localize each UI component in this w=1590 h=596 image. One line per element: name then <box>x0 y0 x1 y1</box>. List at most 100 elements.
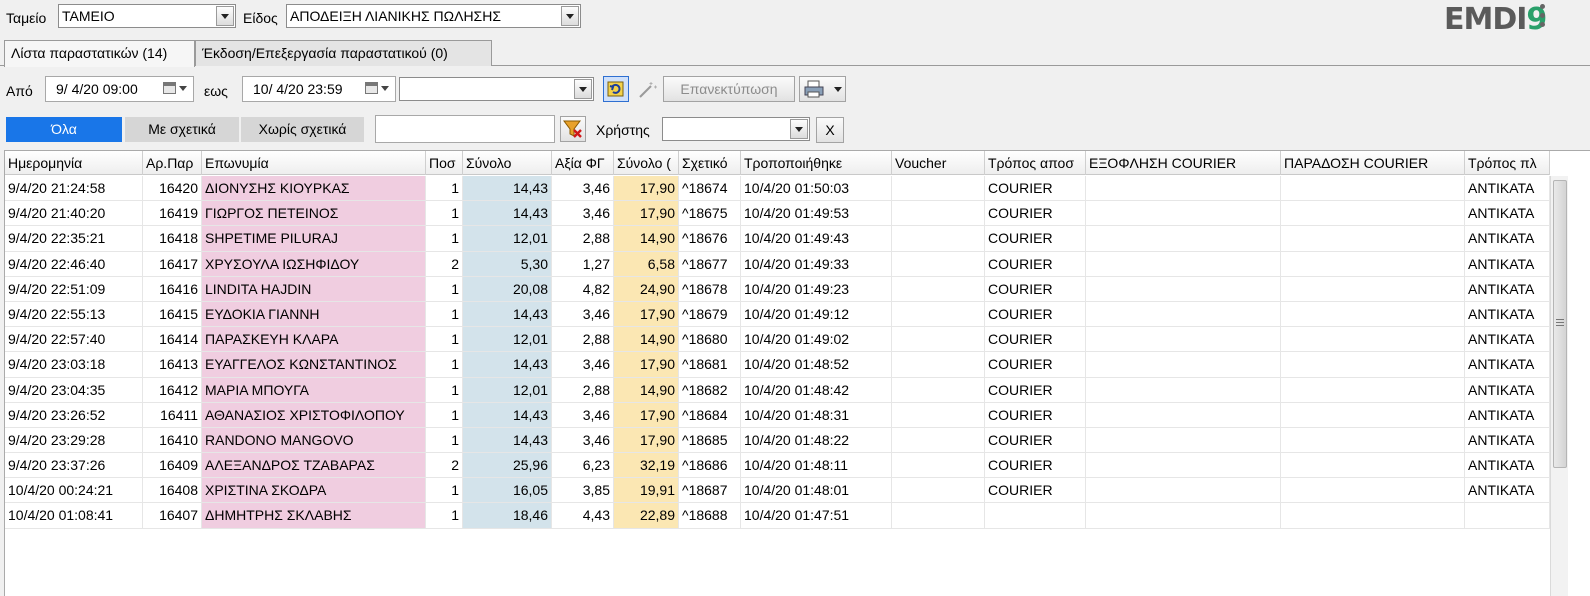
refresh-button[interactable] <box>603 76 629 102</box>
vertical-scrollbar[interactable] <box>1550 176 1568 596</box>
cell-courier-delivery <box>1281 478 1465 504</box>
cell-date: 9/4/20 21:24:58 <box>5 176 143 202</box>
chevron-down-icon[interactable] <box>561 6 579 26</box>
cell-name: ΠΑΡΑΣΚΕΥΗ ΚΛΑΡΑ <box>202 327 426 353</box>
grip-icon <box>1556 319 1564 328</box>
column-header-payment-method[interactable]: Τρόπος πλ <box>1465 151 1550 175</box>
table-row[interactable]: 9/4/20 22:46:40 16417 ΧΡΥΣΟΥΛΑ ΙΩΣΗΦΙΔΟΥ 2 5… <box>5 251 1550 277</box>
column-header-total[interactable]: Σύνολο ( <box>614 151 679 175</box>
cell-subtotal: 18,46 <box>463 503 552 529</box>
cell-total: 17,90 <box>614 427 679 454</box>
calendar-icon[interactable] <box>365 81 391 97</box>
to-date-field[interactable]: 10/ 4/20 23:59 <box>242 76 396 102</box>
column-header-name[interactable]: Επωνυμία <box>202 151 426 175</box>
cell-total: 6,58 <box>614 251 679 277</box>
column-header-date[interactable]: Ημερομηνία <box>5 151 143 175</box>
table-row[interactable]: 9/4/20 23:03:18 16413 ΕΥΑΓΓΕΛΟΣ ΚΩΝΣΤΑΝΤΙΝ… <box>5 352 1550 378</box>
filter-without-related[interactable]: Χωρίς σχετικά <box>241 117 364 142</box>
cell-shipping-method: COURIER <box>985 478 1086 504</box>
cell-total: 32,19 <box>614 453 679 479</box>
cell-vat: 2,88 <box>552 226 614 252</box>
cell-subtotal: 14,43 <box>463 301 552 328</box>
tab-document-list[interactable]: Λίστα παραστατικών (14) <box>4 40 195 67</box>
table-row[interactable]: 9/4/20 22:35:21 16418 SHPETIME PILURAJ 1 12,… <box>5 226 1550 252</box>
column-header-related[interactable]: Σχετικό <box>679 151 741 175</box>
to-label: εως <box>204 83 228 99</box>
cell-modified: 10/4/20 01:49:43 <box>741 226 892 252</box>
column-header-vat[interactable]: Αξία ΦΓ <box>552 151 614 175</box>
column-header-courier-payment[interactable]: ΕΞΟΦΛΗΣΗ COURIER <box>1086 151 1281 175</box>
clear-filter-button[interactable] <box>560 116 586 142</box>
table-row[interactable]: 9/4/20 23:37:26 16409 ΑΛΕΞΑΝΔΡΟΣ ΤΖΑΒΑΡΑΣ 2… <box>5 453 1550 479</box>
column-header-subtotal[interactable]: Σύνολο <box>463 151 552 175</box>
column-header-voucher[interactable]: Voucher <box>892 151 985 175</box>
user-label: Χρήστης <box>596 122 650 138</box>
cell-shipping-method: COURIER <box>985 176 1086 202</box>
column-header-modified[interactable]: Τροποποιήθηκε <box>741 151 892 175</box>
filter-all[interactable]: Όλα <box>6 117 122 142</box>
table-row[interactable]: 10/4/20 00:24:21 16408 ΧΡΙΣΤΙΝΑ ΣΚΟΔΡΑ 1 16,… <box>5 478 1550 504</box>
cell-doc-no: 16413 <box>143 352 202 378</box>
table-row[interactable]: 9/4/20 21:24:58 16420 ΔΙΟΝΥΣΗΣ ΚΙΟΥΡΚΑΣ 1 14… <box>5 176 1550 202</box>
cell-courier-delivery <box>1281 352 1465 378</box>
search-input[interactable] <box>375 115 555 143</box>
print-button[interactable] <box>799 76 846 102</box>
magic-wand-icon[interactable] <box>636 80 658 100</box>
chevron-down-icon[interactable] <box>834 87 842 92</box>
tab-document-edit[interactable]: Έκδοση/Επεξεργασία παραστατικού (0) <box>195 40 492 66</box>
reprint-button[interactable]: Επανεκτύπωση <box>663 76 795 102</box>
kind-select[interactable]: ΑΠΟΔΕΙΞΗ ΛΙΑΝΙΚΗΣ ΠΩΛΗΣΗΣ <box>286 4 581 28</box>
cell-name: ΧΡΥΣΟΥΛΑ ΙΩΣΗΦΙΔΟΥ <box>202 251 426 277</box>
cell-payment-method: ΑΝΤΙΚΑΤΑ <box>1465 226 1550 252</box>
from-date-field[interactable]: 9/ 4/20 09:00 <box>45 76 194 102</box>
cell-subtotal: 12,01 <box>463 327 552 353</box>
cell-total: 24,90 <box>614 276 679 302</box>
tab-document-list-label: Λίστα παραστατικών (14) <box>11 45 168 61</box>
period-select[interactable] <box>399 77 594 101</box>
more-menu-icon[interactable] <box>1540 4 1546 30</box>
cell-doc-no: 16417 <box>143 251 202 277</box>
table-row[interactable]: 9/4/20 23:26:52 16411 ΑΘΑΝΑΣΙΟΣ ΧΡΙΣΤΟΦΙΛΟ… <box>5 402 1550 428</box>
cell-doc-no: 16410 <box>143 427 202 454</box>
table-row[interactable]: 9/4/20 23:04:35 16412 ΜΑΡΙΑ ΜΠΟΥΓΑ 1 12,01 2,… <box>5 377 1550 403</box>
filter-with-related[interactable]: Με σχετικά <box>125 117 239 142</box>
chevron-down-icon[interactable] <box>574 79 592 99</box>
cell-courier-payment <box>1086 226 1281 252</box>
column-header-shipping-method[interactable]: Τρόπος αποσ <box>985 151 1086 175</box>
scrollbar-thumb[interactable] <box>1553 180 1567 468</box>
cell-voucher <box>892 327 985 353</box>
cell-total: 22,89 <box>614 503 679 529</box>
cell-vat: 4,82 <box>552 276 614 302</box>
table-row[interactable]: 9/4/20 22:57:40 16414 ΠΑΡΑΣΚΕΥΗ ΚΛΑΡΑ 1 12,0… <box>5 327 1550 353</box>
chevron-down-icon[interactable] <box>790 119 808 139</box>
cell-doc-no: 16409 <box>143 453 202 479</box>
chevron-down-icon[interactable] <box>216 6 234 26</box>
user-select[interactable] <box>662 117 810 141</box>
cell-qty: 1 <box>426 478 463 504</box>
cell-vat: 3,46 <box>552 201 614 227</box>
cell-name: ΕΥΑΓΓΕΛΟΣ ΚΩΝΣΤΑΝΤΙΝΟΣ <box>202 352 426 378</box>
from-label: Από <box>6 83 33 99</box>
cell-doc-no: 16412 <box>143 377 202 403</box>
cell-shipping-method: COURIER <box>985 276 1086 302</box>
column-header-qty[interactable]: Ποσ <box>426 151 463 175</box>
table-row[interactable]: 10/4/20 01:08:41 16407 ΔΗΜΗΤΡΗΣ ΣΚΛΑΒΗΣ 1 18… <box>5 503 1550 529</box>
cashier-select[interactable]: ΤΑΜΕΙΟ <box>58 4 236 28</box>
cell-courier-delivery <box>1281 327 1465 353</box>
cell-shipping-method: COURIER <box>985 453 1086 479</box>
table-row[interactable]: 9/4/20 22:51:09 16416 LINDITA HAJDIN 1 20,08… <box>5 276 1550 302</box>
cell-payment-method: ΑΝΤΙΚΑΤΑ <box>1465 478 1550 504</box>
clear-user-button[interactable]: X <box>816 117 844 143</box>
cell-courier-delivery <box>1281 226 1465 252</box>
column-header-courier-delivery[interactable]: ΠΑΡΑΔΟΣΗ COURIER <box>1281 151 1465 175</box>
cell-modified: 10/4/20 01:48:22 <box>741 427 892 454</box>
cell-payment-method: ΑΝΤΙΚΑΤΑ <box>1465 276 1550 302</box>
cell-subtotal: 12,01 <box>463 377 552 403</box>
cell-payment-method: ΑΝΤΙΚΑΤΑ <box>1465 402 1550 428</box>
table-row[interactable]: 9/4/20 23:29:28 16410 RANDONO MANGOVO 1 14,4… <box>5 427 1550 454</box>
column-header-doc-no[interactable]: Αρ.Παρ <box>143 151 202 175</box>
calendar-icon[interactable] <box>163 81 189 97</box>
table-row[interactable]: 9/4/20 22:55:13 16415 ΕΥΔΟΚΙΑ ΓΙΑΝΝΗ 1 14,43… <box>5 301 1550 328</box>
cell-doc-no: 16414 <box>143 327 202 353</box>
table-row[interactable]: 9/4/20 21:40:20 16419 ΓΙΩΡΓΟΣ ΠΕΤΕΙΝΟΣ 1 14,… <box>5 201 1550 227</box>
